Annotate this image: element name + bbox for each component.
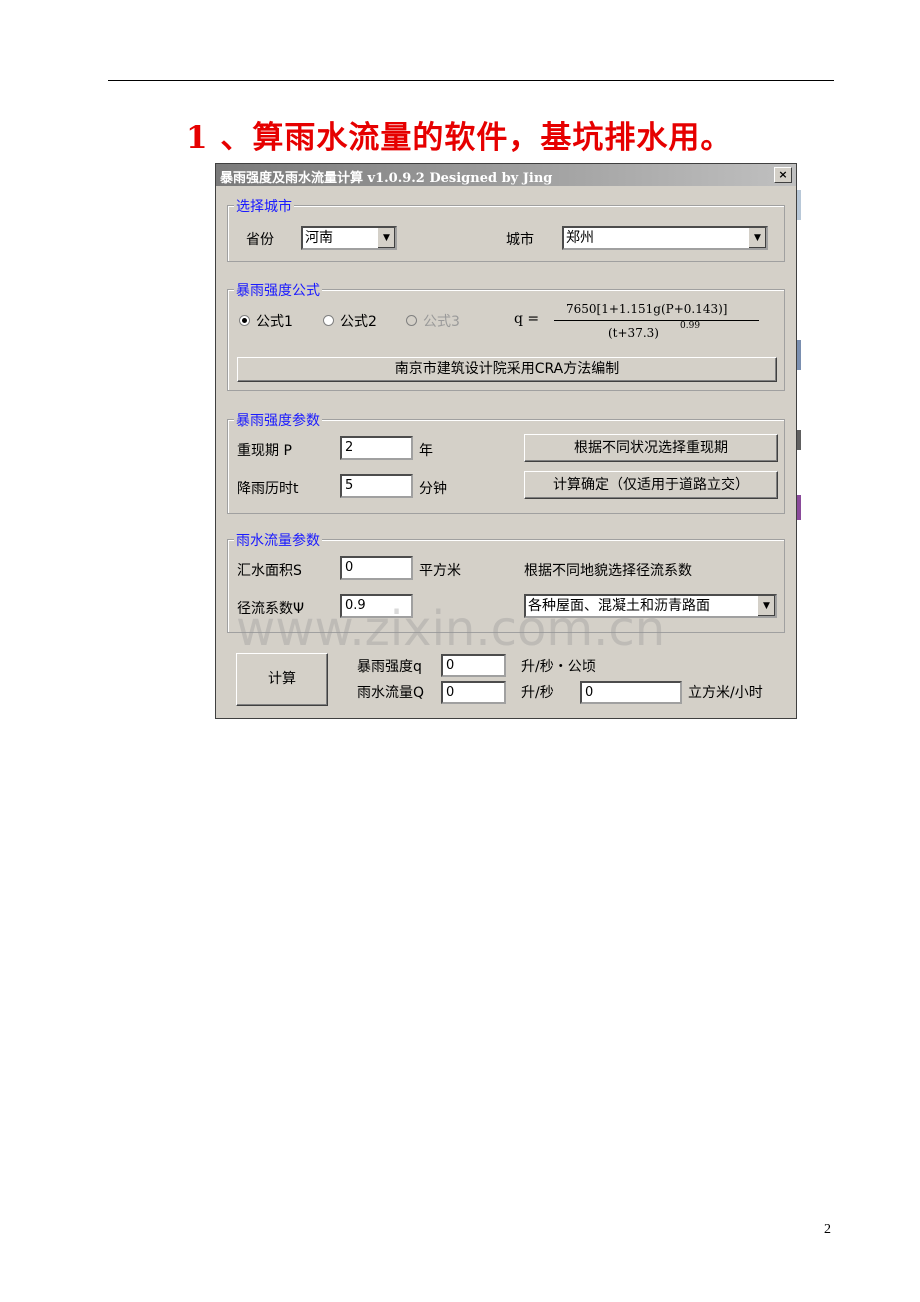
formula-numerator: 7650[1+1.151g(P+0.143)]	[566, 302, 728, 316]
background-window-edge	[797, 430, 801, 450]
params-group-title: 暴雨强度参数	[234, 410, 322, 430]
chevron-down-icon[interactable]: ▼	[748, 228, 766, 248]
province-select[interactable]: 河南 ▼	[301, 226, 397, 250]
formula-lhs: q =	[514, 311, 540, 327]
flow-unit: 升/秒	[521, 685, 554, 701]
formula2-label[interactable]: 公式2	[340, 311, 377, 331]
window-titlebar[interactable]: 暴雨强度及雨水流量计算 v1.0.9.2 Designed by Jing ×	[216, 164, 796, 186]
formula3-label: 公式3	[423, 314, 460, 330]
calculate-button[interactable]: 计算	[236, 653, 328, 706]
close-button[interactable]: ×	[774, 167, 792, 183]
flow-value: 0	[446, 685, 455, 700]
formula-fraction-bar	[554, 320, 759, 321]
flow-m3-value: 0	[585, 685, 594, 700]
period-input[interactable]: 2	[340, 436, 413, 460]
coef-hint: 根据不同地貌选择径流系数	[524, 563, 692, 579]
formula3-radio	[406, 315, 417, 326]
city-select[interactable]: 郑州 ▼	[562, 226, 768, 250]
watermark-text: www.zixin.com.cn	[236, 601, 666, 657]
duration-value: 5	[345, 478, 354, 493]
formula-group: 暴雨强度公式 公式1 公式2 公式3 q = 7650[1+1.151g(P+0…	[227, 280, 785, 391]
params-group: 暴雨强度参数 重现期 P 2 年 降雨历时t 5 分钟 根据不同状况选择重现期 …	[227, 410, 785, 514]
duration-label: 降雨历时t	[237, 481, 299, 497]
confirm-label: 计算确定（仅适用于道路立交）	[553, 477, 749, 493]
background-window-edge	[797, 495, 801, 520]
document-heading: 1 、算雨水流量的软件，基坑排水用。	[186, 120, 733, 156]
formula1-radio[interactable]	[239, 315, 250, 326]
city-group: 选择城市 省份 河南 ▼ 城市 郑州 ▼	[227, 196, 785, 262]
period-value: 2	[345, 440, 354, 455]
province-value: 河南	[305, 230, 333, 246]
duration-unit: 分钟	[419, 481, 447, 497]
flow-label: 雨水流量Q	[357, 685, 425, 701]
confirm-button[interactable]: 计算确定（仅适用于道路立交）	[524, 471, 778, 499]
period-unit: 年	[419, 443, 433, 459]
area-input[interactable]: 0	[340, 556, 413, 580]
choose-period-button[interactable]: 根据不同状况选择重现期	[524, 434, 778, 462]
calculator-window: 暴雨强度及雨水流量计算 v1.0.9.2 Designed by Jing × …	[215, 163, 797, 719]
flow-m3-output[interactable]: 0	[580, 681, 682, 704]
source-info-button[interactable]: 南京市建筑设计院采用CRA方法编制	[237, 357, 777, 382]
formula2-radio[interactable]	[323, 315, 334, 326]
background-window-edge	[797, 190, 801, 220]
header-rule	[108, 80, 834, 81]
flow-m3-unit: 立方米/小时	[688, 685, 763, 701]
formula1-label[interactable]: 公式1	[256, 311, 293, 331]
intensity-label: 暴雨强度q	[357, 659, 422, 675]
choose-period-label: 根据不同状况选择重现期	[574, 440, 728, 456]
area-value: 0	[345, 560, 354, 575]
chevron-down-icon[interactable]: ▼	[757, 596, 775, 616]
city-value: 郑州	[566, 230, 594, 246]
duration-input[interactable]: 5	[340, 474, 413, 498]
page-number: 2	[824, 1222, 831, 1237]
area-unit: 平方米	[419, 563, 461, 579]
window-title: 暴雨强度及雨水流量计算 v1.0.9.2 Designed by Jing	[220, 171, 553, 186]
intensity-output[interactable]: 0	[441, 654, 506, 677]
province-label: 省份	[246, 232, 274, 248]
formula-denominator: (t+37.3)	[608, 326, 659, 340]
city-label: 城市	[506, 232, 534, 248]
source-info-label: 南京市建筑设计院采用CRA方法编制	[394, 361, 620, 377]
flow-group-title: 雨水流量参数	[234, 530, 322, 550]
city-group-title: 选择城市	[234, 196, 294, 216]
background-window-edge	[797, 340, 801, 370]
chevron-down-icon[interactable]: ▼	[377, 228, 395, 248]
formula-exponent: 0.99	[680, 321, 701, 331]
period-label: 重现期 P	[237, 443, 292, 459]
area-label: 汇水面积S	[237, 563, 302, 579]
calculate-label: 计算	[268, 671, 296, 687]
flow-output[interactable]: 0	[441, 681, 506, 704]
intensity-value: 0	[446, 658, 455, 673]
intensity-unit: 升/秒・公顷	[521, 659, 596, 675]
formula-group-title: 暴雨强度公式	[234, 280, 322, 300]
